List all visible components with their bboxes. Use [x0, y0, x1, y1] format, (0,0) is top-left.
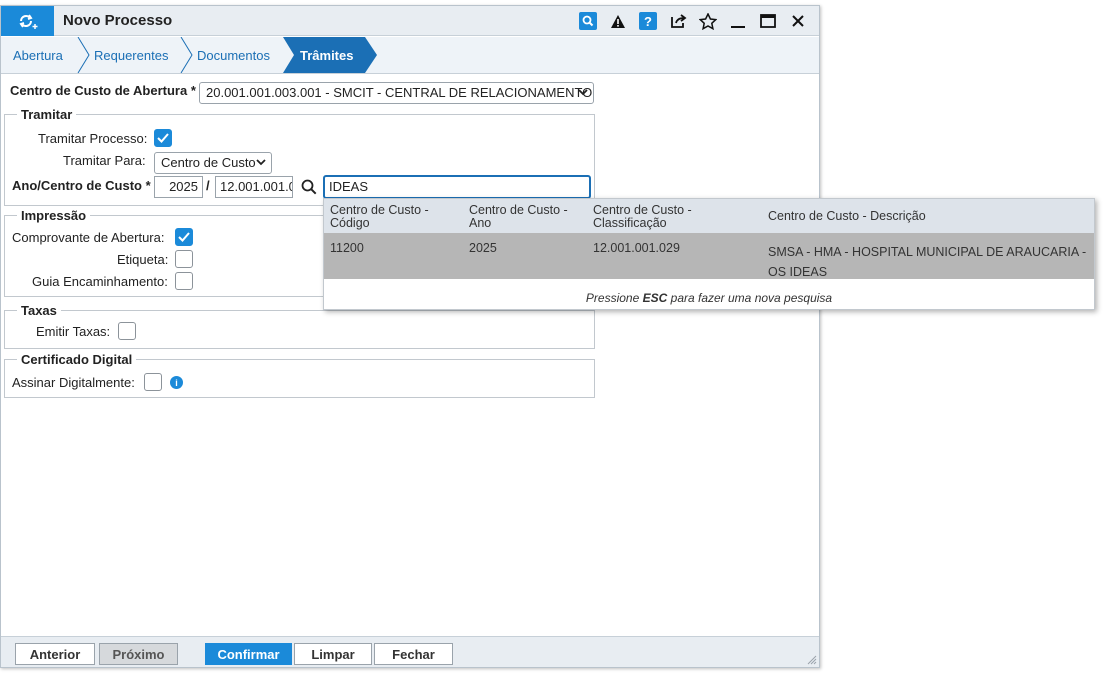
tab-separator-icon: [77, 37, 90, 73]
col-header-classificacao[interactable]: Centro de Custo - Classificação: [593, 204, 692, 230]
tramitar-processo-label: Tramitar Processo:: [38, 131, 148, 146]
centro-search-value: IDEAS: [329, 179, 369, 194]
centro-abertura-label: Centro de Custo de Abertura *: [10, 83, 196, 98]
row-codigo: 11200: [330, 241, 364, 255]
tab-tramites-label: Trâmites: [300, 47, 354, 63]
certificado-legend: Certificado Digital: [17, 352, 137, 367]
centro-abertura-value: 20.001.001.003.001 - SMCIT - CENTRAL DE …: [206, 85, 593, 100]
tramitar-para-label: Tramitar Para:: [63, 153, 146, 168]
col-header-descricao[interactable]: Centro de Custo - Descrição: [768, 210, 926, 223]
window-title: Novo Processo: [63, 12, 173, 29]
tab-separator-icon: [180, 37, 193, 73]
taxas-legend: Taxas: [17, 303, 61, 318]
tab-documentos-label: Documentos: [197, 47, 270, 63]
tab-bar: Abertura Requerentes Documentos Trâmites: [1, 37, 819, 74]
row-ano: 2025: [469, 241, 497, 255]
warning-icon[interactable]: [605, 10, 631, 32]
guia-checkbox[interactable]: [175, 272, 193, 290]
novo-processo-window: Novo Processo ? Abertura Requerentes Doc…: [0, 5, 820, 668]
impressao-legend: Impressão: [17, 208, 91, 223]
help-icon[interactable]: ?: [639, 12, 657, 30]
col-header-codigo[interactable]: Centro de Custo - Código: [330, 204, 429, 230]
dropdown-row[interactable]: 11200 2025 12.001.001.029 SMSA - HMA - H…: [324, 233, 1094, 279]
row-classificacao: 12.001.001.029: [593, 241, 680, 255]
emitir-taxas-label: Emitir Taxas:: [36, 324, 111, 339]
search-icon[interactable]: [298, 176, 320, 198]
info-icon[interactable]: i: [170, 376, 183, 389]
tab-requerentes[interactable]: Requerentes: [94, 37, 168, 73]
assinar-checkbox[interactable]: [144, 373, 162, 391]
centro-abertura-select[interactable]: 20.001.001.003.001 - SMCIT - CENTRAL DE …: [199, 82, 594, 104]
chevron-down-icon: [256, 155, 266, 172]
row-descricao: SMSA - HMA - HOSPITAL MUNICIPAL DE ARAUC…: [768, 245, 1087, 279]
dropdown-hint: Pressione ESC para fazer uma nova pesqui…: [585, 291, 833, 305]
ano-input[interactable]: 2025: [154, 176, 203, 198]
minimize-icon[interactable]: [725, 10, 751, 32]
footer-bar: Anterior Próximo Confirmar Limpar Fechar: [1, 636, 819, 667]
check-icon: [157, 133, 169, 143]
dropdown-header: Centro de Custo - Código Centro de Custo …: [324, 199, 1094, 233]
close-icon[interactable]: [785, 10, 811, 32]
chevron-down-icon: [578, 85, 588, 102]
tramitar-para-value: Centro de Custo: [161, 155, 256, 170]
star-icon[interactable]: [695, 10, 721, 32]
confirmar-button[interactable]: Confirmar: [205, 643, 292, 665]
comprovante-label: Comprovante de Abertura:: [12, 230, 165, 245]
guia-label: Guia Encaminhamento:: [32, 274, 168, 289]
share-icon[interactable]: [665, 10, 691, 32]
centro-search-input[interactable]: IDEAS: [323, 175, 591, 199]
proximo-button[interactable]: Próximo: [99, 643, 178, 665]
comprovante-checkbox[interactable]: [175, 228, 193, 246]
etiqueta-checkbox[interactable]: [175, 250, 193, 268]
col-header-ano[interactable]: Centro de Custo - Ano: [469, 204, 568, 230]
anterior-button[interactable]: Anterior: [15, 643, 95, 665]
classificacao-value: 12.001.001.0: [220, 179, 293, 194]
assinar-label: Assinar Digitalmente:: [12, 375, 135, 390]
tab-abertura[interactable]: Abertura: [13, 37, 63, 73]
tramitar-para-select[interactable]: Centro de Custo: [154, 152, 272, 174]
title-bar: Novo Processo ?: [1, 6, 819, 36]
etiqueta-label: Etiqueta:: [117, 252, 169, 267]
tab-requerentes-label: Requerentes: [94, 47, 169, 63]
tramitar-processo-checkbox[interactable]: [154, 129, 172, 147]
check-icon: [178, 232, 190, 242]
centro-search-dropdown: Centro de Custo - Código Centro de Custo …: [323, 198, 1095, 310]
search-icon[interactable]: [579, 12, 597, 30]
tab-tramites[interactable]: Trâmites: [300, 37, 353, 73]
tab-abertura-label: Abertura: [13, 47, 63, 63]
ano-value: 2025: [169, 179, 198, 194]
emitir-taxas-checkbox[interactable]: [118, 322, 136, 340]
search-highlight: IDEAS: [789, 265, 828, 279]
tramitar-legend: Tramitar: [17, 107, 77, 122]
limpar-button[interactable]: Limpar: [294, 643, 372, 665]
refresh-plus-icon[interactable]: [1, 6, 54, 36]
maximize-icon[interactable]: [755, 10, 781, 32]
resize-grip-icon[interactable]: [807, 655, 817, 665]
ano-separator: /: [206, 178, 210, 193]
ano-centro-label: Ano/Centro de Custo *: [12, 178, 151, 193]
tab-documentos[interactable]: Documentos: [197, 37, 270, 73]
fechar-button[interactable]: Fechar: [374, 643, 453, 665]
classificacao-input[interactable]: 12.001.001.0: [215, 176, 293, 198]
